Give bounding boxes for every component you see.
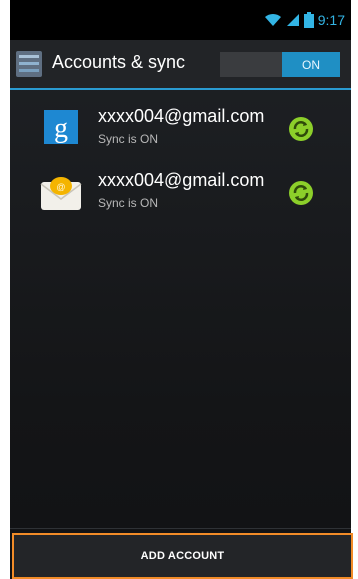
svg-text:g: g [54, 113, 68, 144]
sync-icon [289, 181, 313, 205]
google-icon: g [44, 110, 78, 144]
status-bar: 9:17 [10, 0, 351, 40]
account-email: xxxx004@gmail.com [98, 106, 265, 126]
svg-text:@: @ [56, 182, 65, 192]
status-time: 9:17 [317, 12, 345, 28]
action-bar: Accounts & sync ON [10, 40, 351, 90]
status-icons: 9:17 [264, 12, 345, 28]
email-app-icon: @ [40, 177, 82, 210]
wifi-icon [264, 13, 281, 26]
sync-icon [289, 117, 313, 141]
sync-toggle[interactable]: ON [220, 52, 340, 77]
account-sync-status: Sync is ON [98, 132, 159, 146]
phone-screen: 9:17 Accounts & sync ON g xxxx004@gmail.… [10, 0, 351, 579]
settings-app-icon[interactable] [16, 51, 42, 77]
account-row-google[interactable]: g xxxx004@gmail.com Sync is ON [10, 102, 351, 166]
add-account-button[interactable]: ADD ACCOUNT [12, 533, 353, 579]
account-email: xxxx004@gmail.com [98, 170, 265, 190]
page-title: Accounts & sync [52, 52, 186, 72]
toggle-on-thumb: ON [282, 52, 340, 77]
account-sync-status: Sync is ON [98, 196, 159, 210]
account-row-email[interactable]: @ xxxx004@gmail.com Sync is ON [10, 166, 351, 230]
footer-divider [10, 528, 351, 529]
battery-icon [303, 12, 314, 28]
toggle-track [220, 52, 282, 77]
signal-icon [286, 14, 299, 26]
